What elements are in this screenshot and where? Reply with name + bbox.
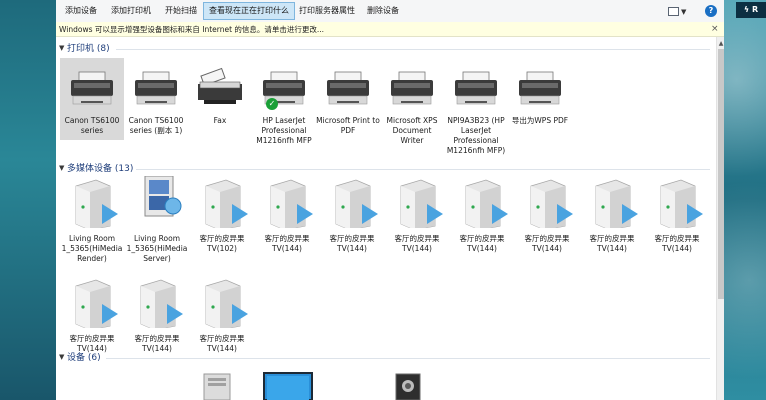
item-label: HP LaserJet Professional M1216nfh MFP [256, 116, 312, 145]
start-scan-button[interactable]: 开始扫描 [160, 3, 202, 19]
desktop-corner-badge: ϟ R [736, 2, 766, 18]
item-label: 客厅的皮异果 TV(102) [199, 234, 245, 253]
media-server-icon [255, 176, 319, 228]
scroll-up-icon[interactable]: ▲ [717, 40, 724, 47]
item-label: Canon TS6100 series (副本 1) [128, 116, 184, 135]
item-label: Fax [213, 116, 227, 125]
media-server-icon [125, 276, 189, 328]
view-grid-icon [668, 7, 679, 16]
group-divider [106, 358, 710, 359]
media-library-icon [125, 176, 189, 228]
item-label: Microsoft Print to PDF [316, 116, 380, 135]
item-label: 客厅的皮异果 TV(144) [459, 234, 505, 253]
printer-icon [444, 58, 508, 110]
chevron-down-icon: ▼ [59, 353, 65, 361]
printer-icon [380, 58, 444, 110]
item-label: Microsoft XPS Document Writer [386, 116, 438, 145]
change-view-button[interactable]: ▼ [668, 5, 688, 17]
media-server-icon [320, 176, 384, 228]
speaker-icon [395, 373, 421, 400]
media-server-icon [385, 176, 449, 228]
see-whats-printing-button[interactable]: 查看现在正在打印什么 [203, 2, 295, 20]
printers-group-title: 打印机 (8) [67, 44, 110, 54]
computer-tower-icon [203, 373, 231, 400]
item-label: 客厅的皮异果 TV(144) [329, 234, 375, 253]
item-label: 导出为WPS PDF [511, 116, 569, 125]
device-item[interactable] [386, 372, 450, 400]
add-device-button[interactable]: 添加设备 [60, 3, 102, 19]
media-server-icon [450, 176, 514, 228]
item-label: 客厅的皮异果 TV(144) [654, 234, 700, 253]
device-item[interactable] [256, 372, 320, 400]
vertical-scrollbar[interactable]: ▲ [716, 37, 724, 400]
item-label: 客厅的皮异果 TV(144) [134, 334, 180, 353]
command-bar: 添加设备 添加打印机 开始扫描 查看现在正在打印什么 打印服务器属性 删除设备 … [56, 0, 724, 23]
chevron-down-icon: ▼ [681, 8, 687, 16]
group-divider [136, 169, 710, 170]
item-label: 客厅的皮异果 TV(144) [524, 234, 570, 253]
default-printer-check-icon: ✓ [266, 98, 278, 110]
media-server-icon [190, 276, 254, 328]
add-printer-button[interactable]: 添加打印机 [106, 3, 156, 19]
media-server-icon [60, 176, 124, 228]
printer-icon [252, 58, 316, 110]
scroll-thumb[interactable] [718, 49, 724, 299]
printers-group-header[interactable]: ▼ 打印机 (8) [56, 42, 714, 56]
chevron-down-icon: ▼ [59, 44, 65, 52]
media-server-icon [515, 176, 579, 228]
printer-icon [316, 58, 380, 110]
fax-icon [188, 58, 252, 110]
item-label: Canon TS6100 series [64, 116, 120, 135]
info-bar-text: Windows 可以显示增强型设备图标和来自 Internet 的信息。请单击进… [59, 25, 325, 34]
printer-icon [124, 58, 188, 110]
media-group-title: 多媒体设备 (13) [67, 164, 134, 174]
monitor-icon [263, 372, 313, 400]
device-item[interactable] [196, 372, 260, 400]
help-icon[interactable]: ? [705, 5, 717, 17]
printer-icon [60, 58, 124, 110]
item-label: 客厅的皮异果 TV(144) [199, 334, 245, 353]
item-label: Living Room 1_5365(HiMediaServer) [126, 234, 188, 263]
item-label: 客厅的皮异果 TV(144) [394, 234, 440, 253]
group-divider [116, 49, 710, 50]
media-server-icon [580, 176, 644, 228]
desktop-background-right [724, 0, 766, 400]
desktop-background-left [0, 0, 56, 400]
media-server-icon [60, 276, 124, 328]
print-server-properties-button[interactable]: 打印服务器属性 [294, 3, 360, 19]
printer-icon [508, 58, 572, 110]
remove-device-button[interactable]: 删除设备 [362, 3, 404, 19]
item-label: 客厅的皮异果 TV(144) [264, 234, 310, 253]
info-bar[interactable]: Windows 可以显示增强型设备图标和来自 Internet 的信息。请单击进… [56, 22, 724, 37]
item-label: 客厅的皮异果 TV(144) [69, 334, 115, 353]
close-icon[interactable]: × [711, 22, 719, 37]
devices-and-printers-window: 添加设备 添加打印机 开始扫描 查看现在正在打印什么 打印服务器属性 删除设备 … [56, 0, 724, 400]
media-server-icon [190, 176, 254, 228]
media-group-header[interactable]: ▼ 多媒体设备 (13) [56, 162, 714, 176]
media-server-icon [645, 176, 709, 228]
item-label: Living Room 1_5365(HiMediaRender) [61, 234, 123, 263]
item-label: NPI9A3B23 (HP LaserJet Professional M121… [446, 116, 506, 155]
item-label: 客厅的皮异果 TV(144) [589, 234, 635, 253]
chevron-down-icon: ▼ [59, 164, 65, 172]
